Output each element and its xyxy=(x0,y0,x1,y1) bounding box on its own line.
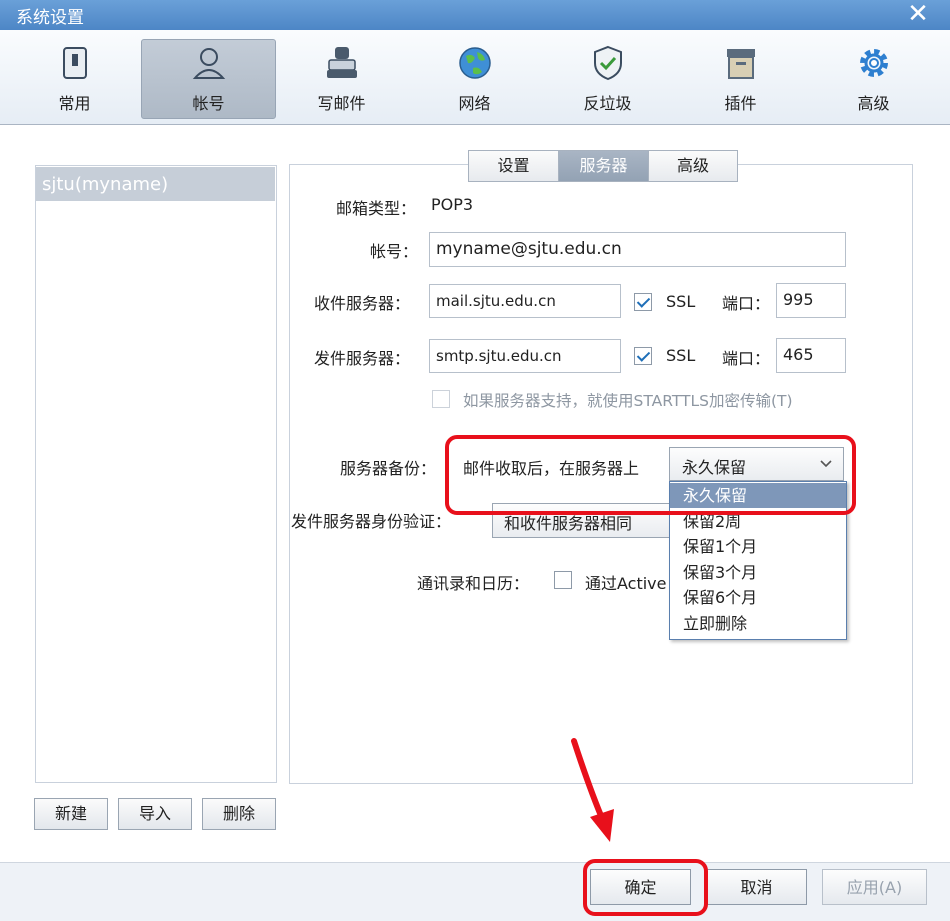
account-list-item-label: sjtu(myname) xyxy=(42,174,169,195)
incoming-server-label: 收件服务器： xyxy=(314,294,411,313)
mailbox-type-value: POP3 xyxy=(431,195,474,214)
toolbar-item-antispam[interactable]: 反垃圾 xyxy=(541,40,674,118)
toolbar-label: 写邮件 xyxy=(317,94,366,113)
advanced-icon xyxy=(859,49,888,77)
account-icon xyxy=(192,48,225,79)
activesync-checkbox[interactable] xyxy=(554,571,572,589)
apply-button[interactable]: 应用(A) xyxy=(822,869,927,905)
mailbox-type-label: 邮箱类型： xyxy=(336,199,417,218)
toolbar-item-advanced[interactable]: 高级 xyxy=(807,40,940,118)
outgoing-server-label: 发件服务器： xyxy=(314,349,411,368)
outgoing-ssl-checkbox[interactable] xyxy=(634,347,652,365)
red-arrow-annotation xyxy=(571,738,614,842)
general-icon xyxy=(62,47,87,79)
cancel-button[interactable]: 取消 xyxy=(706,869,807,905)
toolbar-label: 网络 xyxy=(458,94,491,113)
ok-highlight-box xyxy=(583,859,708,916)
outgoing-server-field[interactable]: smtp.sjtu.edu.cn xyxy=(429,339,621,373)
plugin-icon xyxy=(726,49,755,79)
toolbar-item-plugin[interactable]: 插件 xyxy=(674,40,807,118)
incoming-ssl-label: SSL xyxy=(666,292,696,311)
tab-settings[interactable]: 设置 xyxy=(468,150,559,182)
incoming-port-label: 端口： xyxy=(722,294,771,313)
toolbar-label: 帐号 xyxy=(192,94,225,113)
backup-option[interactable]: 保留3个月 xyxy=(670,560,846,585)
close-icon[interactable]: ✕ xyxy=(905,0,931,28)
account-label: 帐号： xyxy=(370,242,419,261)
outgoing-port-field[interactable]: 465 xyxy=(776,338,846,373)
incoming-ssl-checkbox[interactable] xyxy=(634,293,652,311)
incoming-server-field[interactable]: mail.sjtu.edu.cn xyxy=(429,284,621,318)
contacts-calendar-label: 通讯录和日历： xyxy=(417,574,530,593)
toolbar-item-network[interactable]: 网络 xyxy=(408,40,541,118)
import-account-button[interactable]: 导入 xyxy=(118,798,192,830)
incoming-port-field[interactable]: 995 xyxy=(776,283,846,318)
toolbar-item-account[interactable]: 帐号 xyxy=(141,39,276,119)
outgoing-auth-label: 发件服务器身份验证： xyxy=(291,512,452,531)
backup-option[interactable]: 立即删除 xyxy=(670,611,846,636)
outgoing-ssl-label: SSL xyxy=(666,346,696,365)
backup-highlight-box xyxy=(445,435,856,515)
toolbar-label: 高级 xyxy=(857,94,890,113)
tab-server[interactable]: 服务器 xyxy=(558,150,649,182)
network-icon xyxy=(458,47,491,79)
toolbar-item-general[interactable]: 常用 xyxy=(8,40,141,118)
dialog-footer xyxy=(0,862,950,921)
activesync-label: 通过Active xyxy=(585,574,667,593)
toolbar-label: 常用 xyxy=(58,94,91,113)
window-title: 系统设置 xyxy=(16,8,84,28)
delete-account-button[interactable]: 删除 xyxy=(202,798,276,830)
outgoing-port-label: 端口： xyxy=(722,349,771,368)
backup-option[interactable]: 保留1个月 xyxy=(670,534,846,559)
new-account-button[interactable]: 新建 xyxy=(34,798,108,830)
toolbar-label: 反垃圾 xyxy=(583,94,632,113)
toolbar-label: 插件 xyxy=(724,94,757,113)
toolbar-item-compose[interactable]: 写邮件 xyxy=(275,40,408,118)
starttls-label: 如果服务器支持，就使用STARTTLS加密传输(T) xyxy=(463,392,793,410)
antispam-icon xyxy=(593,45,622,81)
settings-toolbar: 常用 帐号 写邮件 网络 反垃圾 插件 高级 xyxy=(0,30,950,125)
compose-icon xyxy=(326,47,357,78)
backup-option[interactable]: 保留6个月 xyxy=(670,585,846,610)
tab-advanced[interactable]: 高级 xyxy=(648,150,738,182)
account-field[interactable]: myname@sjtu.edu.cn xyxy=(429,232,846,267)
account-list xyxy=(35,165,277,783)
starttls-checkbox[interactable] xyxy=(432,390,450,408)
server-backup-label: 服务器备份： xyxy=(340,459,437,478)
window-titlebar xyxy=(0,0,950,30)
